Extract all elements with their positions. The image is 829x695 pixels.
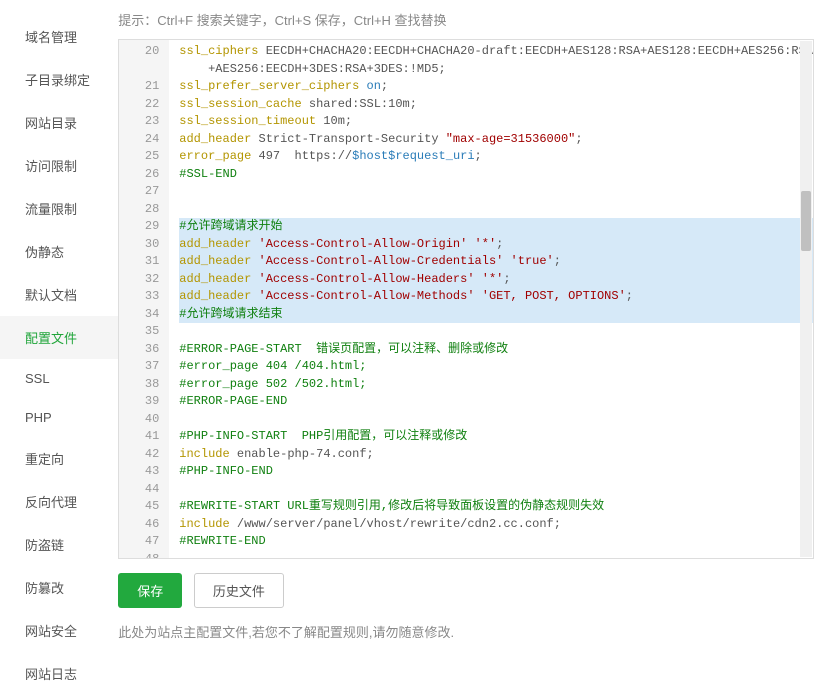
sidebar-item-config[interactable]: 配置文件 [0,316,118,359]
sidebar-item-php[interactable]: PHP [0,398,118,437]
sidebar-item-access[interactable]: 访问限制 [0,144,118,187]
sidebar-item-hotlink[interactable]: 防盗链 [0,523,118,566]
sidebar-item-subdir[interactable]: 子目录绑定 [0,58,118,101]
sidebar-item-logs[interactable]: 网站日志 [0,652,118,695]
scrollbar-thumb[interactable] [801,191,811,251]
sidebar-item-default-doc[interactable]: 默认文档 [0,273,118,316]
sidebar-item-domain[interactable]: 域名管理 [0,15,118,58]
sidebar-item-traffic[interactable]: 流量限制 [0,187,118,230]
sidebar-item-rewrite[interactable]: 伪静态 [0,230,118,273]
sidebar-item-security[interactable]: 网站安全 [0,609,118,652]
config-editor[interactable]: 2021222324252627282930313233343536373839… [118,39,814,559]
sidebar-item-redirect[interactable]: 重定向 [0,437,118,480]
line-gutter: 2021222324252627282930313233343536373839… [119,40,169,559]
save-button[interactable]: 保存 [118,573,182,608]
sidebar: 域名管理子目录绑定网站目录访问限制流量限制伪静态默认文档配置文件SSLPHP重定… [0,0,118,695]
sidebar-item-ssl[interactable]: SSL [0,359,118,398]
footnote: 此处为站点主配置文件,若您不了解配置规则,请勿随意修改. [118,622,814,641]
sidebar-item-webdir[interactable]: 网站目录 [0,101,118,144]
sidebar-item-tamper[interactable]: 防篡改 [0,566,118,609]
sidebar-item-proxy[interactable]: 反向代理 [0,480,118,523]
button-row: 保存 历史文件 [118,573,814,608]
code-area[interactable]: ssl_ciphers EECDH+CHACHA20:EECDH+CHACHA2… [169,40,813,559]
history-button[interactable]: 历史文件 [194,573,284,608]
main-panel: 提示：Ctrl+F 搜索关键字，Ctrl+S 保存，Ctrl+H 查找替换 20… [118,0,829,695]
editor-hint: 提示：Ctrl+F 搜索关键字，Ctrl+S 保存，Ctrl+H 查找替换 [118,0,814,39]
scrollbar[interactable] [800,41,812,557]
